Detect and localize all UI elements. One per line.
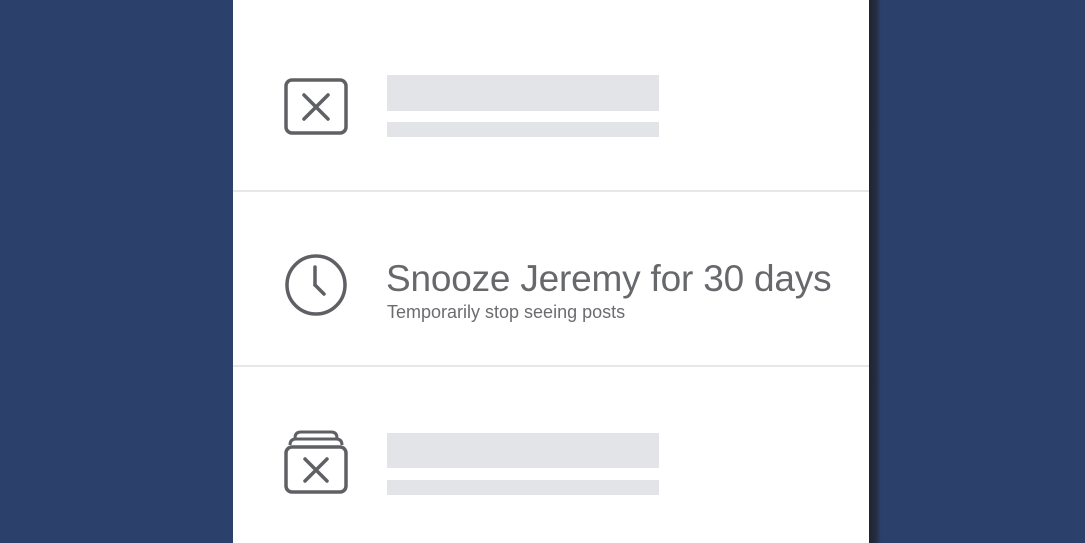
divider bbox=[233, 190, 869, 192]
placeholder-title-bar bbox=[387, 75, 659, 111]
divider bbox=[233, 365, 869, 367]
snooze-title: Snooze Jeremy for 30 days bbox=[386, 258, 832, 299]
placeholder-subtitle-bar bbox=[387, 122, 659, 137]
phone-edge bbox=[869, 0, 881, 543]
options-menu-panel: Snooze Jeremy for 30 days Temporarily st… bbox=[233, 0, 869, 543]
clock-icon bbox=[283, 252, 349, 318]
stacked-close-box-icon bbox=[283, 428, 349, 494]
close-box-icon bbox=[283, 74, 349, 140]
placeholder-subtitle-bar bbox=[387, 480, 659, 495]
snooze-subtitle: Temporarily stop seeing posts bbox=[387, 302, 626, 322]
placeholder-title-bar bbox=[387, 433, 659, 468]
